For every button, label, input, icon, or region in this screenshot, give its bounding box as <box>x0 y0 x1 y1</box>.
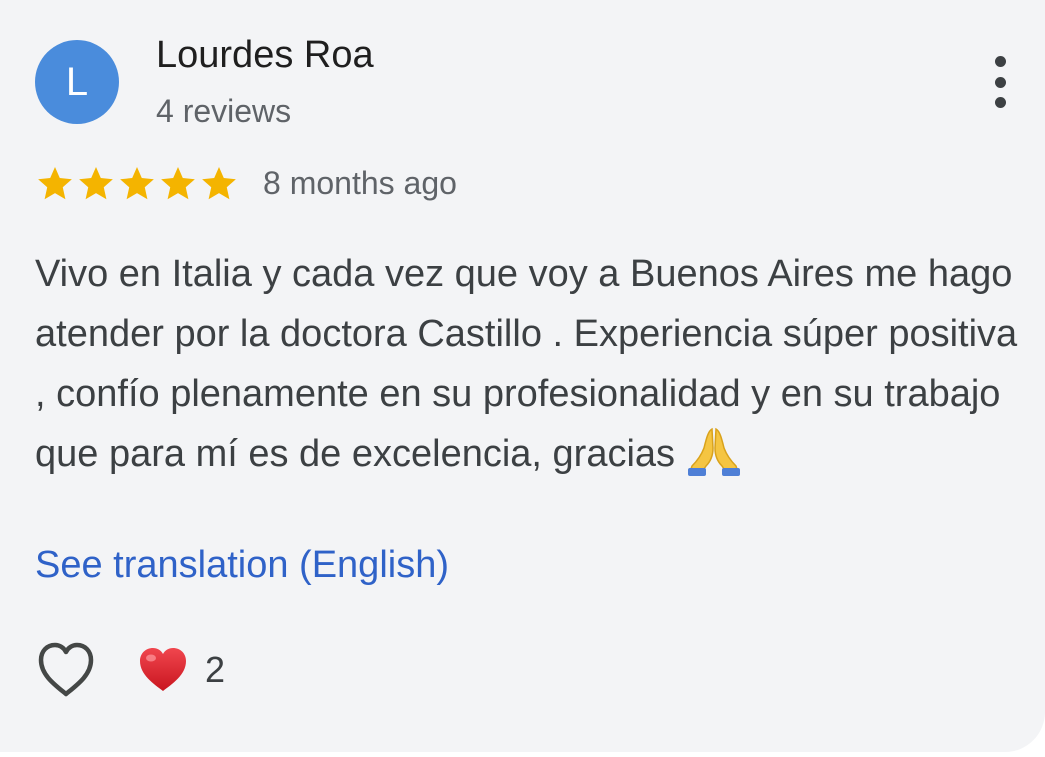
review-card: L Lourdes Roa 4 reviews 8 months ago Viv… <box>0 0 1045 752</box>
review-text: Vivo en Italia y cada vez que voy a Buen… <box>35 244 1025 484</box>
see-translation-link[interactable]: See translation (English) <box>35 544 449 587</box>
avatar[interactable]: L <box>35 40 119 124</box>
more-vert-icon-dot <box>994 97 1006 108</box>
star-icon <box>158 165 198 203</box>
star-icon <box>35 165 75 203</box>
review-actions: 2 <box>35 638 225 702</box>
more-vert-icon-dot <box>994 76 1006 88</box>
more-vert-icon <box>994 56 1006 67</box>
like-button[interactable] <box>35 640 97 700</box>
heart-outline-icon <box>38 642 94 697</box>
review-time: 8 months ago <box>263 165 457 201</box>
folded-hands-emoji <box>686 426 742 476</box>
red-heart-emoji <box>137 645 189 695</box>
star-icon <box>199 165 239 203</box>
review-text-content: Vivo en Italia y cada vez que voy a Buen… <box>35 253 1018 475</box>
review-count: 4 reviews <box>156 93 292 129</box>
star-icon <box>76 165 116 203</box>
author-name[interactable]: Lourdes Roa <box>156 34 374 77</box>
more-options-button[interactable] <box>980 52 1020 112</box>
star-icon <box>117 165 157 203</box>
star-rating <box>35 165 239 203</box>
reaction-count: 2 <box>205 649 226 690</box>
